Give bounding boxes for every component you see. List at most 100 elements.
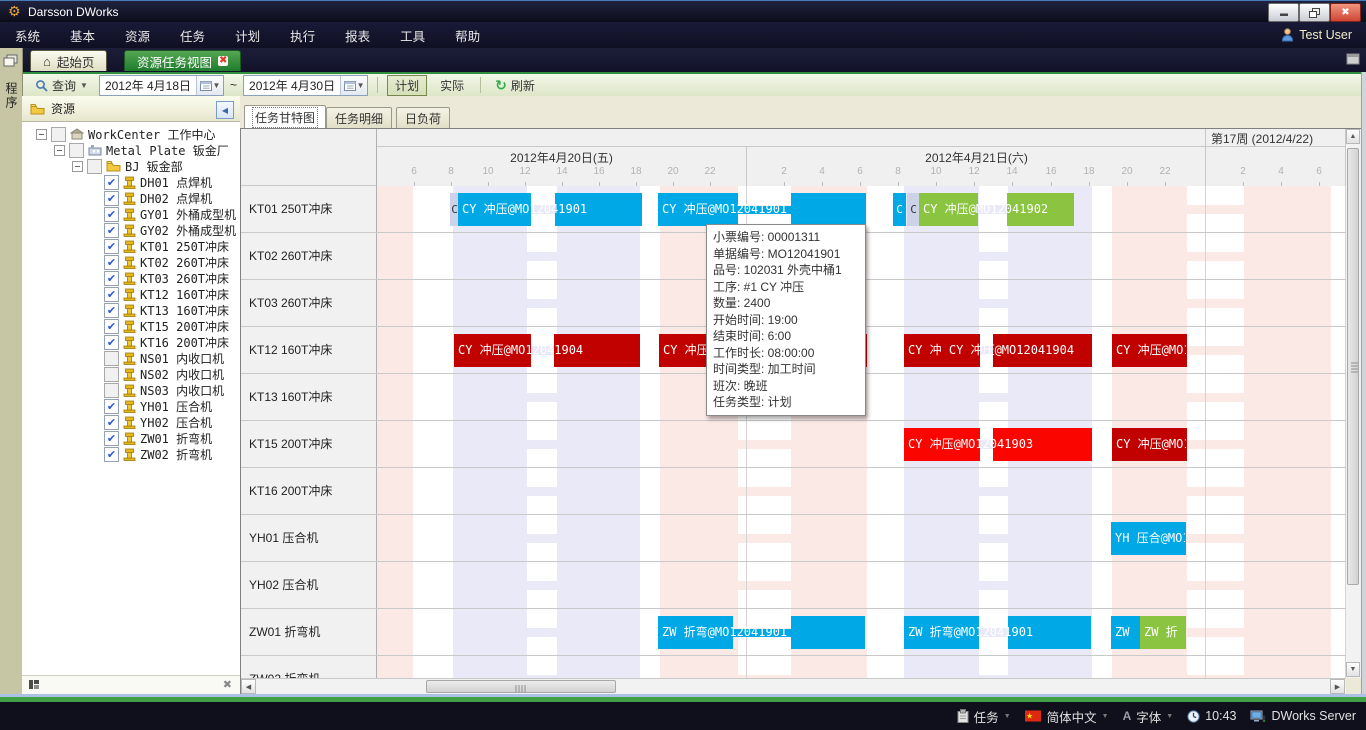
tree-item-DH01[interactable]: ✔DH01 点焊机 [22, 174, 240, 190]
tree-item-KT03[interactable]: ✔KT03 260T冲床 [22, 270, 240, 286]
menu-item-6[interactable]: 报表 [330, 22, 385, 48]
tree-item-DH02[interactable]: ✔DH02 点焊机 [22, 190, 240, 206]
task-bar[interactable]: CY 冲 CY 冲压@MO12041904 [904, 334, 1092, 367]
tree-item-GY01[interactable]: ✔GY01 外桶成型机 [22, 206, 240, 222]
tree-checkbox[interactable] [87, 159, 102, 174]
menu-item-2[interactable]: 资源 [110, 22, 165, 48]
tree-item-WorkCenter[interactable]: WorkCenter 工作中心 [22, 126, 240, 142]
tree-checkbox[interactable] [51, 127, 66, 142]
tree-checkbox[interactable]: ✔ [104, 399, 119, 414]
tree-item-NS02[interactable]: NS02 内收口机 [22, 366, 240, 382]
scroll-down-icon[interactable]: ▼ [1346, 662, 1360, 677]
tree-item-Metal[interactable]: Metal Plate 钣金厂 [22, 142, 240, 158]
panes-icon[interactable] [1346, 53, 1360, 65]
tree-item-NS01[interactable]: NS01 内收口机 [22, 350, 240, 366]
tree-item-KT02[interactable]: ✔KT02 260T冲床 [22, 254, 240, 270]
tree-checkbox[interactable] [104, 367, 119, 382]
view-tab-2[interactable]: 日负荷 [396, 107, 450, 128]
tree-item-KT15[interactable]: ✔KT15 200T冲床 [22, 318, 240, 334]
tree-checkbox[interactable]: ✔ [104, 255, 119, 270]
tree-checkbox[interactable]: ✔ [104, 287, 119, 302]
tree-checkbox[interactable] [104, 383, 119, 398]
task-bar[interactable]: CY 冲压@MO12041903 [904, 428, 1092, 461]
calendar-icon[interactable]: ▼ [340, 76, 367, 95]
minimize-button[interactable] [1268, 3, 1299, 22]
task-bar[interactable]: ZW 折弯@MO12041901 [658, 616, 865, 649]
tree-item-BJ[interactable]: BJ 钣金部 [22, 158, 240, 174]
tree-item-YH01[interactable]: ✔YH01 压合机 [22, 398, 240, 414]
task-bar[interactable]: YH 压合@MO1 [1111, 522, 1186, 555]
tree-checkbox[interactable]: ✔ [104, 303, 119, 318]
program-dock-strip[interactable]: 程序 [0, 48, 23, 694]
tree-item-GY02[interactable]: ✔GY02 外桶成型机 [22, 222, 240, 238]
tree-checkbox[interactable]: ✔ [104, 447, 119, 462]
task-bar[interactable]: ZW 折 [1140, 616, 1186, 649]
tree-checkbox[interactable]: ✔ [104, 239, 119, 254]
tree-checkbox[interactable]: ✔ [104, 223, 119, 238]
vertical-scroll-thumb[interactable] [1347, 148, 1359, 585]
tree-checkbox[interactable]: ✔ [104, 415, 119, 430]
tree-checkbox[interactable]: ✔ [104, 271, 119, 286]
status-item-4[interactable]: DWorks Server [1250, 709, 1356, 723]
tree-checkbox[interactable] [69, 143, 84, 158]
scroll-up-icon[interactable]: ▲ [1346, 129, 1360, 144]
footer-tool-icon[interactable] [28, 678, 40, 690]
vertical-scrollbar[interactable]: ▲ ▼ [1345, 129, 1361, 678]
task-bar[interactable]: CY 冲压@MO12041904 [454, 334, 640, 367]
restore-button[interactable] [1299, 3, 1330, 22]
tree-checkbox[interactable]: ✔ [104, 335, 119, 350]
horizontal-scroll-thumb[interactable] [426, 680, 616, 693]
refresh-button[interactable]: ↻ 刷新 [490, 75, 540, 95]
task-bar[interactable]: ZW [1111, 616, 1140, 649]
scroll-left-icon[interactable]: ◀ [241, 679, 256, 694]
tree-checkbox[interactable]: ✔ [104, 191, 119, 206]
tree-checkbox[interactable]: ✔ [104, 319, 119, 334]
menu-item-7[interactable]: 工具 [385, 22, 440, 48]
tree-item-NS03[interactable]: NS03 内收口机 [22, 382, 240, 398]
task-bar[interactable]: CY 冲压@MO12041901 [458, 193, 642, 226]
date-from-field[interactable]: 2012年 4月18日 ▼ [99, 75, 224, 96]
plan-toggle[interactable]: 计划 [387, 75, 427, 96]
tree-item-ZW02[interactable]: ✔ZW02 折弯机 [22, 446, 240, 462]
query-button[interactable]: 查询 ▼ [30, 75, 93, 95]
task-bar[interactable]: ZW 折弯@MO12041901 [904, 616, 1091, 649]
horizontal-scrollbar[interactable]: ◀ ▶ [241, 678, 1346, 695]
close-tab-icon[interactable]: ✖ [218, 56, 228, 66]
status-item-3[interactable]: 10:43 [1187, 709, 1236, 723]
menu-item-3[interactable]: 任务 [165, 22, 220, 48]
clear-filter-icon[interactable]: ✖ [223, 678, 232, 691]
task-bar[interactable]: CY 冲压@MO12041901 [658, 193, 866, 226]
tree-expander-icon[interactable] [72, 161, 83, 172]
menu-item-1[interactable]: 基本 [55, 22, 110, 48]
task-bar-mini[interactable]: C [893, 193, 906, 226]
scroll-right-icon[interactable]: ▶ [1330, 679, 1345, 694]
view-tab-1[interactable]: 任务明细 [326, 107, 392, 128]
task-bar[interactable]: CY 冲压@MO1 [1112, 334, 1187, 367]
actual-toggle[interactable]: 实际 [433, 76, 471, 95]
close-button[interactable]: ✖ [1330, 3, 1361, 22]
menu-item-4[interactable]: 计划 [220, 22, 275, 48]
tree-checkbox[interactable]: ✔ [104, 431, 119, 446]
tree-item-YH02[interactable]: ✔YH02 压合机 [22, 414, 240, 430]
tree-item-ZW01[interactable]: ✔ZW01 折弯机 [22, 430, 240, 446]
tree-item-KT12[interactable]: ✔KT12 160T冲床 [22, 286, 240, 302]
tree-item-KT01[interactable]: ✔KT01 250T冲床 [22, 238, 240, 254]
task-bar[interactable]: CY 冲压@MO12041902 [919, 193, 1074, 226]
tree-checkbox[interactable] [104, 351, 119, 366]
tree-item-KT13[interactable]: ✔KT13 160T冲床 [22, 302, 240, 318]
status-item-1[interactable]: ★简体中文▼ [1025, 707, 1109, 726]
tree-checkbox[interactable]: ✔ [104, 207, 119, 222]
menu-item-8[interactable]: 帮助 [440, 22, 495, 48]
tree-expander-icon[interactable] [54, 145, 65, 156]
calendar-icon[interactable]: ▼ [196, 76, 223, 95]
status-item-2[interactable]: A字体▼ [1123, 707, 1174, 726]
doc-tab-1[interactable]: 资源任务视图✖ [124, 50, 241, 71]
view-tab-0[interactable]: 任务甘特图 [244, 105, 326, 128]
task-bar[interactable]: CY 冲压@MO1 [1112, 428, 1187, 461]
collapse-panel-button[interactable]: ◀ [216, 101, 234, 119]
menu-item-0[interactable]: 系统 [0, 22, 55, 48]
tree-expander-icon[interactable] [36, 129, 47, 140]
menu-item-5[interactable]: 执行 [275, 22, 330, 48]
status-item-0[interactable]: 任务▼ [957, 707, 1011, 726]
doc-tab-0[interactable]: ⌂起始页 [30, 50, 107, 71]
